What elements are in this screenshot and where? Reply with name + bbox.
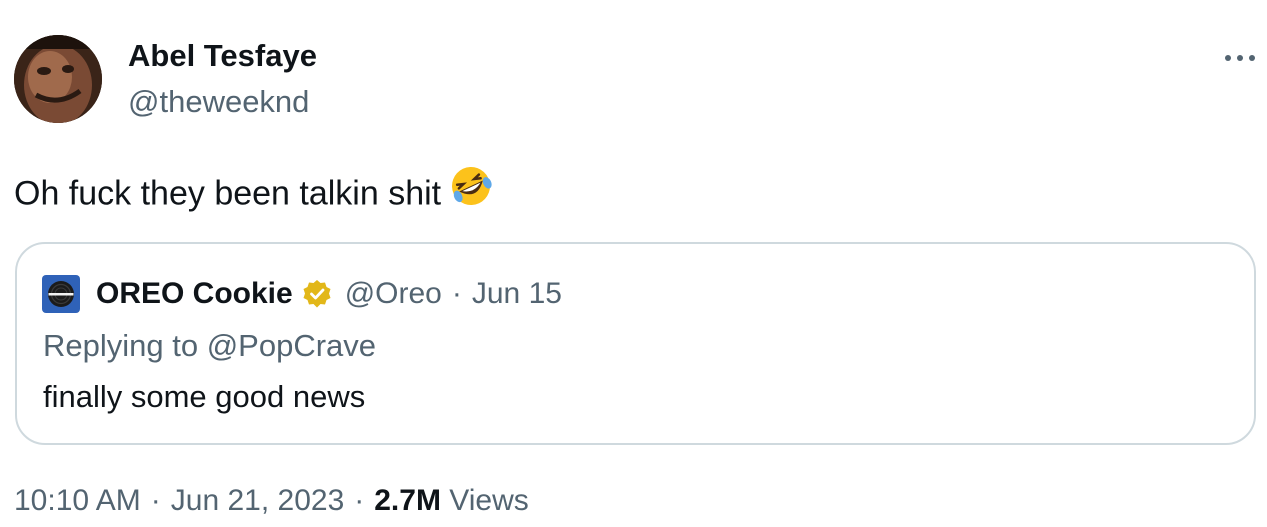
author-info: Abel Tesfaye @theweeknd: [128, 37, 317, 121]
quoted-tweet-text: finally some good news: [43, 379, 366, 414]
author-handle[interactable]: @theweeknd: [128, 83, 317, 121]
views-label: Views: [449, 484, 529, 517]
views-count[interactable]: 2.7M: [374, 484, 441, 517]
tweet-text: Oh fuck they been talkin shit: [14, 174, 442, 213]
rolling-on-floor-laughing-emoji-icon: [449, 164, 493, 219]
quoted-tweet-card[interactable]: OREO Cookie @Oreo · Jun 15 Replying to @…: [15, 242, 1256, 445]
quoted-author-avatar[interactable]: [42, 275, 80, 313]
reply-context: Replying to @PopCrave: [43, 328, 377, 363]
separator-dot: ·: [354, 484, 365, 517]
quoted-tweet-header: OREO Cookie @Oreo · Jun 15: [42, 274, 562, 314]
tweet-body: Oh fuck they been talkin shit: [14, 167, 493, 223]
gold-verified-badge-icon: [301, 278, 333, 310]
avatar-photo-icon: [14, 35, 102, 123]
more-options-icon: [1225, 55, 1255, 61]
separator-dot: ·: [451, 277, 462, 310]
separator-dot: ·: [150, 484, 161, 517]
tweet-time[interactable]: 10:10 AM: [14, 484, 141, 517]
more-options-button[interactable]: [1220, 46, 1260, 70]
quoted-author-name[interactable]: OREO Cookie: [96, 277, 293, 311]
oreo-cookie-icon: [48, 281, 74, 307]
author-display-name[interactable]: Abel Tesfaye: [128, 37, 317, 75]
quoted-author-handle[interactable]: @Oreo: [345, 277, 442, 311]
author-avatar[interactable]: [14, 35, 102, 123]
tweet-meta: 10:10 AM · Jun 21, 2023 · 2.7M Views: [14, 484, 529, 518]
tweet: Abel Tesfaye @theweeknd Oh fuck they bee…: [0, 0, 1267, 527]
tweet-date[interactable]: Jun 21, 2023: [171, 484, 344, 517]
quoted-tweet-date[interactable]: Jun 15: [472, 277, 562, 311]
